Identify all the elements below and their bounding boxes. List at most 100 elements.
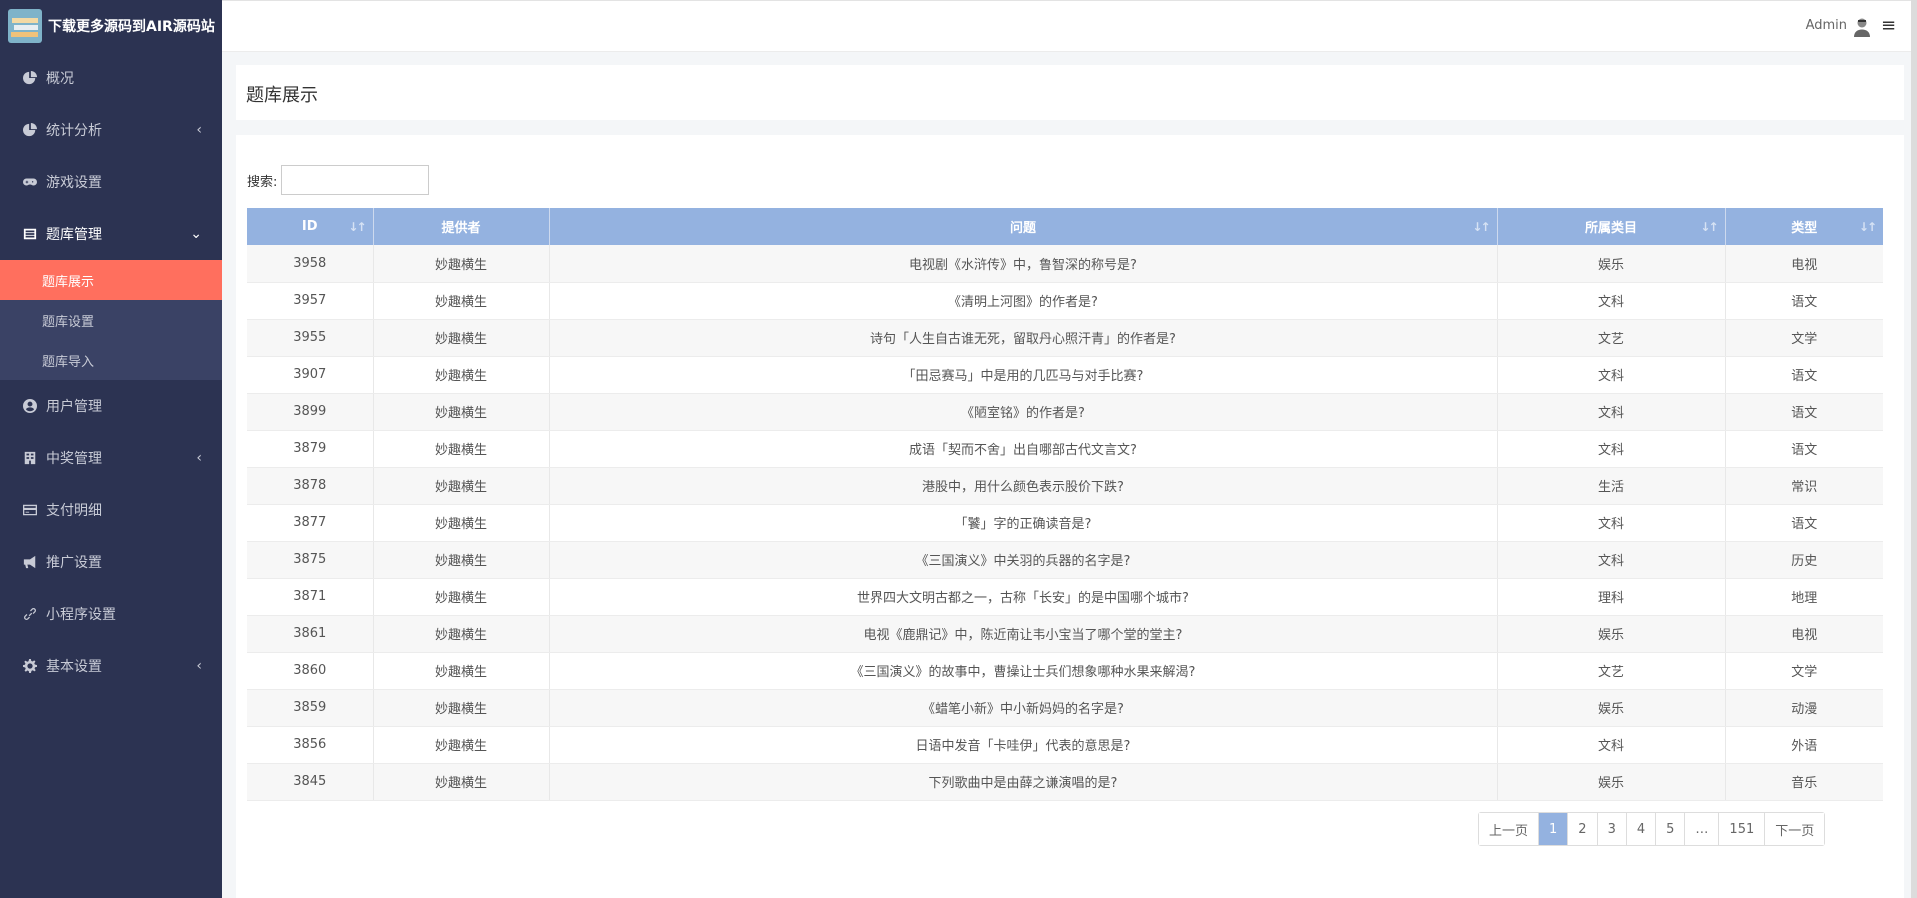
cell-type: 历史 [1725, 541, 1883, 579]
cell-id: 3879 [247, 430, 374, 468]
table-row[interactable]: 3860 妙趣横生 《三国演义》的故事中，曹操让士兵们想象哪种水果来解渴? 文艺 文学 [247, 652, 1883, 690]
table-row[interactable]: 3877 妙趣横生 「饕」字的正确读音是? 文科 语文 [247, 504, 1883, 542]
cell-category: 文科 [1497, 356, 1726, 394]
table-row[interactable]: 3859 妙趣横生 《蜡笔小新》中小新妈妈的名字是? 娱乐 动漫 [247, 689, 1883, 727]
sidebar-item-overview[interactable]: 概况 [0, 52, 222, 104]
sidebar-item-label: 中奖管理 [46, 451, 102, 467]
table-row[interactable]: 3878 妙趣横生 港股中，用什么颜色表示股价下跌? 生活 常识 [247, 467, 1883, 505]
table-row[interactable]: 3957 妙趣横生 《清明上河图》的作者是? 文科 语文 [247, 282, 1883, 320]
cell-type: 语文 [1725, 282, 1883, 320]
sidebar-item-payment-details[interactable]: 支付明细 [0, 484, 222, 536]
sidebar-item-label: 游戏设置 [46, 175, 102, 191]
gamepad-icon [22, 174, 38, 190]
table-row[interactable]: 3907 妙趣横生 「田忌赛马」中是用的几匹马与对手比赛? 文科 语文 [247, 356, 1883, 394]
table-row[interactable]: 3856 妙趣横生 日语中发音「卡哇伊」代表的意思是? 文科 外语 [247, 726, 1883, 764]
cell-provider: 妙趣横生 [373, 356, 550, 394]
building-icon [22, 450, 38, 466]
cell-id: 3907 [247, 356, 374, 394]
cell-type: 语文 [1725, 504, 1883, 542]
pagination-page-2[interactable]: 2 [1568, 813, 1598, 845]
pagination-page-4[interactable]: 4 [1626, 813, 1657, 845]
cell-provider: 妙趣横生 [373, 430, 550, 468]
pagination-next-button[interactable]: 下一页 [1765, 813, 1825, 845]
table-row[interactable]: 3875 妙趣横生 《三国演义》中关羽的兵器的名字是? 文科 历史 [247, 541, 1883, 579]
cell-type: 地理 [1725, 578, 1883, 616]
column-header-id[interactable]: ID ↓↑ [247, 208, 374, 245]
question-table: ID ↓↑ 提供者 问题 ↓↑ 所属类目 ↓↑ 类型 ↓↑ 3958 妙趣横生 电视剧《水浒… [247, 208, 1883, 801]
table-row[interactable]: 3958 妙趣横生 电视剧《水浒传》中，鲁智深的称号是? 娱乐 电视 [247, 245, 1883, 283]
table-row[interactable]: 3899 妙趣横生 《陋室铭》的作者是? 文科 语文 [247, 393, 1883, 431]
pie-chart-icon [22, 122, 38, 138]
pagination-prev-button[interactable]: 上一页 [1479, 813, 1540, 845]
sidebar-item-game-settings[interactable]: 游戏设置 [0, 156, 222, 208]
sidebar-subitem-bank-import[interactable]: 题库导入 [0, 340, 222, 380]
sidebar-subitem-bank-settings[interactable]: 题库设置 [0, 300, 222, 340]
cell-id: 3878 [247, 467, 374, 505]
sidebar-item-label: 推广设置 [46, 555, 102, 571]
avatar[interactable] [1853, 17, 1871, 37]
pagination-page-last[interactable]: 151 [1719, 813, 1766, 845]
cell-type: 文学 [1725, 652, 1883, 690]
table-row[interactable]: 3955 妙趣横生 诗句「人生自古谁无死，留取丹心照汗青」的作者是? 文艺 文学 [247, 319, 1883, 357]
pie-chart-icon [22, 70, 38, 86]
cell-provider: 妙趣横生 [373, 504, 550, 542]
cell-provider: 妙趣横生 [373, 615, 550, 653]
cell-question: 成语「契而不舍」出自哪部古代文言文? [549, 430, 1498, 468]
sort-icon: ↓↑ [1700, 219, 1718, 234]
cell-id: 3856 [247, 726, 374, 764]
cell-id: 3859 [247, 689, 374, 727]
pagination: 上一页 1 2 3 4 5 … 151 下一页 [1478, 812, 1826, 846]
cell-provider: 妙趣横生 [373, 393, 550, 431]
cell-provider: 妙趣横生 [373, 467, 550, 505]
cell-id: 3899 [247, 393, 374, 431]
pagination-page-1[interactable]: 1 [1539, 813, 1569, 845]
cell-type: 外语 [1725, 726, 1883, 764]
page-scrollbar[interactable] [1911, 0, 1917, 898]
table-row[interactable]: 3871 妙趣横生 世界四大文明古都之一，古称「长安」的是中国哪个城市? 理科 地理 [247, 578, 1883, 616]
cell-question: 「田忌赛马」中是用的几匹马与对手比赛? [549, 356, 1498, 394]
hamburger-menu-icon[interactable]: ≡ [1881, 17, 1897, 35]
cell-provider: 妙趣横生 [373, 282, 550, 320]
topbar: Admin ≡ [222, 0, 1917, 52]
table-row[interactable]: 3861 妙趣横生 电视《鹿鼎记》中，陈近南让韦小宝当了哪个堂的堂主? 娱乐 电视 [247, 615, 1883, 653]
sidebar-item-miniprogram-settings[interactable]: 小程序设置 [0, 588, 222, 640]
table-body: 3958 妙趣横生 电视剧《水浒传》中，鲁智深的称号是? 娱乐 电视 3957 妙趣横生 《清… [247, 245, 1883, 801]
cell-type: 常识 [1725, 467, 1883, 505]
brand[interactable]: 下载更多源码到AIR源码站 [0, 0, 222, 52]
search-input[interactable] [281, 165, 430, 195]
chevron-down-icon: ⌄ [190, 226, 202, 242]
sidebar-subitem-bank-display[interactable]: 题库展示 [0, 260, 222, 300]
cell-provider: 妙趣横生 [373, 652, 550, 690]
sidebar-item-statistics[interactable]: 统计分析 ‹ [0, 104, 222, 156]
cell-type: 电视 [1725, 615, 1883, 653]
column-header-category[interactable]: 所属类目 ↓↑ [1497, 208, 1726, 245]
pagination-ellipsis: … [1685, 813, 1720, 845]
column-header-provider[interactable]: 提供者 [373, 208, 550, 245]
table-row[interactable]: 3879 妙趣横生 成语「契而不舍」出自哪部古代文言文? 文科 语文 [247, 430, 1883, 468]
search-box: 搜索: [247, 165, 430, 195]
question-bank-submenu: 题库展示 题库设置 题库导入 [0, 260, 222, 380]
sidebar-item-label: 小程序设置 [46, 607, 116, 623]
column-header-type[interactable]: 类型 ↓↑ [1725, 208, 1883, 245]
sidebar-item-promotion-settings[interactable]: 推广设置 [0, 536, 222, 588]
cell-category: 文科 [1497, 430, 1726, 468]
cell-id: 3958 [247, 245, 374, 283]
user-name[interactable]: Admin [1806, 18, 1847, 33]
table-header-row: ID ↓↑ 提供者 问题 ↓↑ 所属类目 ↓↑ 类型 ↓↑ [247, 208, 1883, 245]
pagination-page-5[interactable]: 5 [1656, 813, 1686, 845]
sidebar-item-label: 题库管理 [46, 227, 102, 243]
sidebar-item-basic-settings[interactable]: 基本设置 ‹ [0, 640, 222, 692]
pagination-page-3[interactable]: 3 [1597, 813, 1627, 845]
cell-category: 娱乐 [1497, 245, 1726, 283]
sidebar-item-prize-management[interactable]: 中奖管理 ‹ [0, 432, 222, 484]
sidebar-item-user-management[interactable]: 用户管理 [0, 380, 222, 432]
cell-type: 电视 [1725, 245, 1883, 283]
cell-provider: 妙趣横生 [373, 763, 550, 801]
cell-id: 3957 [247, 282, 374, 320]
table-row[interactable]: 3845 妙趣横生 下列歌曲中是由薛之谦演唱的是? 娱乐 音乐 [247, 763, 1883, 801]
cell-provider: 妙趣横生 [373, 541, 550, 579]
sidebar-item-question-bank[interactable]: 题库管理 ⌄ [0, 208, 222, 260]
cell-type: 语文 [1725, 393, 1883, 431]
cell-type: 文学 [1725, 319, 1883, 357]
column-header-question[interactable]: 问题 ↓↑ [549, 208, 1498, 245]
